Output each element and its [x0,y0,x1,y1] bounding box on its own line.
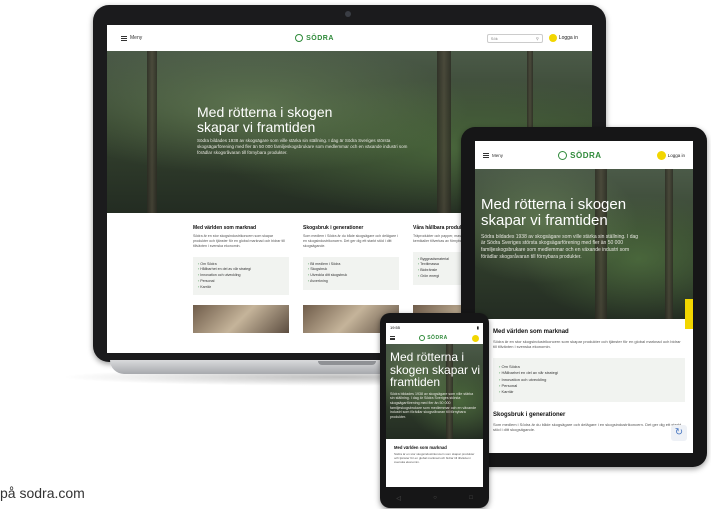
column-title: Skogsbruk i generationer [493,411,566,418]
hamburger-icon [483,152,489,158]
column-links: Om Södra Hållbarhet en del av vår strate… [493,357,685,402]
tablet-device: Meny SÖDRA Logga in Med rötterna i skoge… [461,127,707,467]
intro-section: Med världen som marknad Södra är en stor… [386,439,483,464]
menu-button[interactable]: Meny [483,152,504,158]
phone-nav-bar: ◁ ○ □ [380,488,489,508]
people-photo[interactable] [193,305,289,334]
user-icon [472,334,479,342]
menu-label: Meny [130,35,143,41]
login-label: Logga in [667,152,685,158]
login-button[interactable]: Logga in [656,150,685,160]
intro-column: Med världen som marknad Södra är en stor… [193,225,289,296]
tree-trunk [437,51,451,213]
menu-label: Meny [492,152,504,158]
column-link[interactable]: Avverkning [308,279,394,285]
laptop-notch [318,361,376,365]
user-icon [656,150,666,160]
column-text: Södra är en stor skogsindustrikoncern so… [193,234,285,248]
column-links: Bli medlem i Södra Skogsbruk Utveckla di… [303,256,399,290]
column-title: Med världen som marknad [493,329,569,335]
search-icon: ⚲ [535,35,539,41]
sodra-logo[interactable]: SÖDRA [558,150,602,160]
search-input[interactable]: Sök ⚲ [486,33,543,43]
tree-trunk [147,51,157,213]
login-label: Logga in [558,35,578,41]
back-icon[interactable]: ◁ [396,495,401,502]
column-text: Som medlem i Södra är du både skogsägare… [303,234,398,248]
login-button[interactable]: Logga in [548,34,578,42]
camera-icon [345,11,351,17]
menu-button[interactable] [390,336,395,340]
recents-icon[interactable]: □ [469,495,473,501]
column-title: Med världen som marknad [394,445,447,450]
hero-banner: Med rötterna i skogen skapar vi framtide… [475,169,693,319]
column-link[interactable]: Karriär [499,389,679,395]
status-bar: 19:55 ▮ [386,323,483,332]
logo-mark-icon [419,335,426,341]
phone-device: 19:55 ▮ SÖDRA Med rötterna i skogen skap… [380,313,489,508]
column-text: Som medlem i Södra är du både skogsägare… [493,421,682,433]
hero-title: Med rötterna i skogen skapar vi framtide… [197,104,333,135]
user-icon [548,34,557,42]
sodra-logo[interactable]: SÖDRA [295,34,334,42]
hamburger-icon [390,336,395,340]
feedback-tab[interactable] [685,299,693,329]
column-link[interactable]: Karriär [198,285,284,291]
home-icon[interactable]: ○ [433,495,437,501]
sodra-logo[interactable]: SÖDRA [419,335,448,341]
logo-text: SÖDRA [306,34,334,42]
hero-text: Södra bildades 1938 av skogsägare som vi… [197,138,408,156]
battery-icon: ▮ [476,325,479,330]
column-title: Med världen som marknad [193,225,257,231]
phone-screen: 19:55 ▮ SÖDRA Med rötterna i skogen skap… [386,323,483,487]
site-header: Meny SÖDRA Logga in [475,141,693,169]
site-header: SÖDRA [386,332,483,344]
column-text: Södra är en stor skogsindustrikoncern so… [394,452,475,465]
logo-text: SÖDRA [427,335,448,341]
tablet-screen: Meny SÖDRA Logga in Med rötterna i skoge… [475,141,693,453]
menu-button[interactable]: Meny [121,35,142,41]
column-links: Om Södra Hållbarhet en del av vår strate… [193,256,289,296]
hero-title: Med rötterna i skogen skapar vi framtide… [390,350,481,390]
caption-text: på sodra.com [0,485,85,501]
status-time: 19:55 [390,325,401,330]
hero-title: Med rötterna i skogen skapar vi framtide… [481,196,627,229]
recaptcha-icon[interactable]: ↻ [671,425,687,441]
logo-text: SÖDRA [570,150,602,160]
search-placeholder: Sök [490,35,498,41]
logo-mark-icon [558,150,568,160]
hero-text: Södra bildades 1938 av skogsägare som vi… [390,391,477,420]
tree-trunk [665,169,673,319]
hero-text: Södra bildades 1938 av skogsägare som vi… [481,233,639,260]
column-text: Södra är en stor skogsindustrikoncern so… [493,339,681,350]
hamburger-icon [121,35,127,41]
intro-section: Med världen som marknad Södra är en stor… [475,319,693,433]
login-button[interactable] [472,334,479,342]
intro-column: Skogsbruk i generationer Som medlem i Sö… [303,225,399,295]
logo-mark-icon [295,34,304,42]
column-title: Skogsbruk i generationer [303,225,364,231]
site-header: Meny SÖDRA Sök ⚲ Logga in [107,25,592,51]
hero-banner: Med rötterna i skogen skapar vi framtide… [386,344,483,439]
